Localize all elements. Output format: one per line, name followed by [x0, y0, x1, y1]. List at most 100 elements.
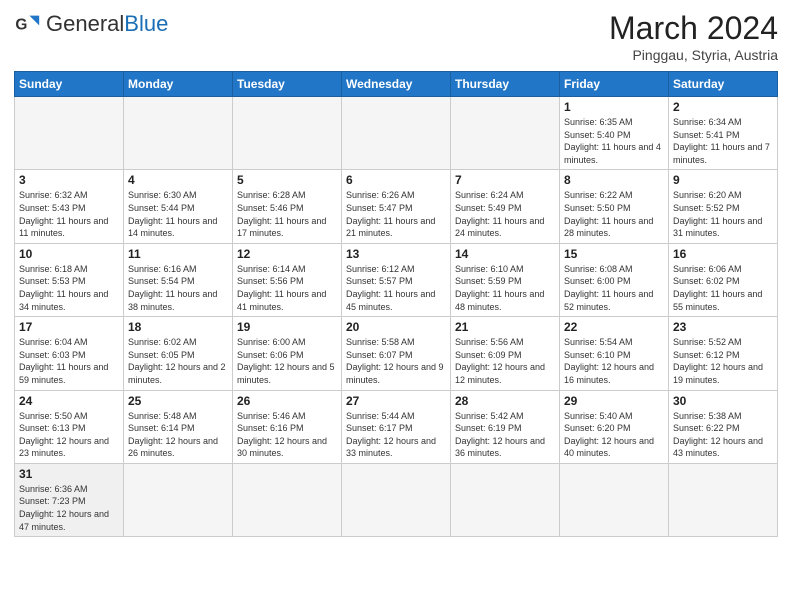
weekday-header-row: SundayMondayTuesdayWednesdayThursdayFrid…: [15, 72, 778, 97]
calendar-cell: [233, 463, 342, 536]
weekday-header-monday: Monday: [124, 72, 233, 97]
location: Pinggau, Styria, Austria: [609, 47, 778, 63]
calendar-cell: 19Sunrise: 6:00 AM Sunset: 6:06 PM Dayli…: [233, 317, 342, 390]
day-number: 15: [564, 247, 664, 261]
calendar-cell: [451, 97, 560, 170]
week-row-1: 1 Sunrise: 6:35 AM Sunset: 5:40 PM Daylig…: [15, 97, 778, 170]
title-block: March 2024 Pinggau, Styria, Austria: [609, 10, 778, 63]
day-info: Sunrise: 6:18 AM Sunset: 5:53 PM Dayligh…: [19, 263, 119, 313]
week-row-5: 24 Sunrise: 5:50 AM Sunset: 6:13 PM Dayli…: [15, 390, 778, 463]
day-number: 28: [455, 394, 555, 408]
day-info: Sunrise: 6:26 AM Sunset: 5:47 PM Dayligh…: [346, 189, 446, 239]
calendar-cell: 30 Sunrise: 5:38 AM Sunset: 6:22 PM Dayli…: [669, 390, 778, 463]
day-info: Sunrise: 5:44 AM Sunset: 6:17 PM Dayligh…: [346, 410, 446, 460]
day-number: 14: [455, 247, 555, 261]
day-info: Sunrise: 5:46 AM Sunset: 6:16 PM Dayligh…: [237, 410, 337, 460]
day-info: Sunrise: 5:48 AM Sunset: 6:14 PM Dayligh…: [128, 410, 228, 460]
day-number: 22: [564, 320, 664, 334]
calendar-cell: 20Sunrise: 5:58 AM Sunset: 6:07 PM Dayli…: [342, 317, 451, 390]
day-info: Sunrise: 6:36 AM Sunset: 7:23 PM Dayligh…: [19, 483, 119, 533]
calendar-cell: 31Sunrise: 6:36 AM Sunset: 7:23 PM Dayli…: [15, 463, 124, 536]
day-info: Sunrise: 6:28 AM Sunset: 5:46 PM Dayligh…: [237, 189, 337, 239]
calendar-cell: 10 Sunrise: 6:18 AM Sunset: 5:53 PM Dayli…: [15, 243, 124, 316]
day-number: 17: [19, 320, 119, 334]
calendar-cell: 24 Sunrise: 5:50 AM Sunset: 6:13 PM Dayli…: [15, 390, 124, 463]
week-row-3: 10 Sunrise: 6:18 AM Sunset: 5:53 PM Dayli…: [15, 243, 778, 316]
calendar-cell: 14 Sunrise: 6:10 AM Sunset: 5:59 PM Dayli…: [451, 243, 560, 316]
day-info: Sunrise: 6:16 AM Sunset: 5:54 PM Dayligh…: [128, 263, 228, 313]
day-info: Sunrise: 6:34 AM Sunset: 5:41 PM Dayligh…: [673, 116, 773, 166]
calendar-cell: [451, 463, 560, 536]
calendar-cell: 4Sunrise: 6:30 AM Sunset: 5:44 PM Daylig…: [124, 170, 233, 243]
calendar-cell: 27 Sunrise: 5:44 AM Sunset: 6:17 PM Dayli…: [342, 390, 451, 463]
day-info: Sunrise: 5:38 AM Sunset: 6:22 PM Dayligh…: [673, 410, 773, 460]
day-number: 4: [128, 173, 228, 187]
day-number: 13: [346, 247, 446, 261]
day-number: 24: [19, 394, 119, 408]
logo: G GeneralBlue: [14, 10, 168, 38]
weekday-header-thursday: Thursday: [451, 72, 560, 97]
calendar-cell: [342, 463, 451, 536]
day-info: Sunrise: 5:50 AM Sunset: 6:13 PM Dayligh…: [19, 410, 119, 460]
calendar-cell: 2Sunrise: 6:34 AM Sunset: 5:41 PM Daylig…: [669, 97, 778, 170]
day-number: 21: [455, 320, 555, 334]
month-year: March 2024: [609, 10, 778, 47]
day-number: 30: [673, 394, 773, 408]
day-number: 23: [673, 320, 773, 334]
calendar-cell: 16Sunrise: 6:06 AM Sunset: 6:02 PM Dayli…: [669, 243, 778, 316]
day-number: 18: [128, 320, 228, 334]
calendar-cell: 8Sunrise: 6:22 AM Sunset: 5:50 PM Daylig…: [560, 170, 669, 243]
calendar-cell: 12 Sunrise: 6:14 AM Sunset: 5:56 PM Dayli…: [233, 243, 342, 316]
day-info: Sunrise: 5:52 AM Sunset: 6:12 PM Dayligh…: [673, 336, 773, 386]
day-number: 12: [237, 247, 337, 261]
calendar-cell: 23 Sunrise: 5:52 AM Sunset: 6:12 PM Dayli…: [669, 317, 778, 390]
day-info: Sunrise: 6:35 AM Sunset: 5:40 PM Dayligh…: [564, 116, 664, 166]
calendar-cell: [15, 97, 124, 170]
calendar-cell: 11Sunrise: 6:16 AM Sunset: 5:54 PM Dayli…: [124, 243, 233, 316]
calendar-cell: 15 Sunrise: 6:08 AM Sunset: 6:00 PM Dayli…: [560, 243, 669, 316]
day-info: Sunrise: 5:56 AM Sunset: 6:09 PM Dayligh…: [455, 336, 555, 386]
day-info: Sunrise: 5:42 AM Sunset: 6:19 PM Dayligh…: [455, 410, 555, 460]
day-info: Sunrise: 6:08 AM Sunset: 6:00 PM Dayligh…: [564, 263, 664, 313]
day-number: 26: [237, 394, 337, 408]
calendar-cell: 3Sunrise: 6:32 AM Sunset: 5:43 PM Daylig…: [15, 170, 124, 243]
calendar-cell: 9 Sunrise: 6:20 AM Sunset: 5:52 PM Daylig…: [669, 170, 778, 243]
calendar-cell: 18Sunrise: 6:02 AM Sunset: 6:05 PM Dayli…: [124, 317, 233, 390]
day-number: 9: [673, 173, 773, 187]
calendar-cell: 7 Sunrise: 6:24 AM Sunset: 5:49 PM Daylig…: [451, 170, 560, 243]
weekday-header-tuesday: Tuesday: [233, 72, 342, 97]
day-number: 27: [346, 394, 446, 408]
calendar: SundayMondayTuesdayWednesdayThursdayFrid…: [14, 71, 778, 537]
day-number: 29: [564, 394, 664, 408]
day-number: 1: [564, 100, 664, 114]
calendar-cell: 17Sunrise: 6:04 AM Sunset: 6:03 PM Dayli…: [15, 317, 124, 390]
day-info: Sunrise: 5:54 AM Sunset: 6:10 PM Dayligh…: [564, 336, 664, 386]
header: G GeneralBlue March 2024 Pinggau, Styria…: [14, 10, 778, 63]
calendar-cell: 25Sunrise: 5:48 AM Sunset: 6:14 PM Dayli…: [124, 390, 233, 463]
day-info: Sunrise: 6:24 AM Sunset: 5:49 PM Dayligh…: [455, 189, 555, 239]
calendar-cell: [560, 463, 669, 536]
calendar-cell: 29Sunrise: 5:40 AM Sunset: 6:20 PM Dayli…: [560, 390, 669, 463]
day-info: Sunrise: 6:06 AM Sunset: 6:02 PM Dayligh…: [673, 263, 773, 313]
calendar-cell: [124, 97, 233, 170]
calendar-cell: [669, 463, 778, 536]
weekday-header-sunday: Sunday: [15, 72, 124, 97]
day-number: 7: [455, 173, 555, 187]
day-info: Sunrise: 6:00 AM Sunset: 6:06 PM Dayligh…: [237, 336, 337, 386]
day-info: Sunrise: 6:20 AM Sunset: 5:52 PM Dayligh…: [673, 189, 773, 239]
day-info: Sunrise: 6:12 AM Sunset: 5:57 PM Dayligh…: [346, 263, 446, 313]
svg-text:G: G: [15, 17, 27, 34]
calendar-cell: 26 Sunrise: 5:46 AM Sunset: 6:16 PM Dayli…: [233, 390, 342, 463]
day-number: 5: [237, 173, 337, 187]
calendar-cell: 5 Sunrise: 6:28 AM Sunset: 5:46 PM Daylig…: [233, 170, 342, 243]
day-number: 8: [564, 173, 664, 187]
logo-text: GeneralBlue: [46, 11, 168, 36]
day-info: Sunrise: 6:10 AM Sunset: 5:59 PM Dayligh…: [455, 263, 555, 313]
calendar-cell: [124, 463, 233, 536]
calendar-cell: [233, 97, 342, 170]
logo-icon: G: [14, 10, 42, 38]
day-info: Sunrise: 6:14 AM Sunset: 5:56 PM Dayligh…: [237, 263, 337, 313]
calendar-cell: 6Sunrise: 6:26 AM Sunset: 5:47 PM Daylig…: [342, 170, 451, 243]
calendar-cell: 28 Sunrise: 5:42 AM Sunset: 6:19 PM Dayli…: [451, 390, 560, 463]
day-number: 10: [19, 247, 119, 261]
